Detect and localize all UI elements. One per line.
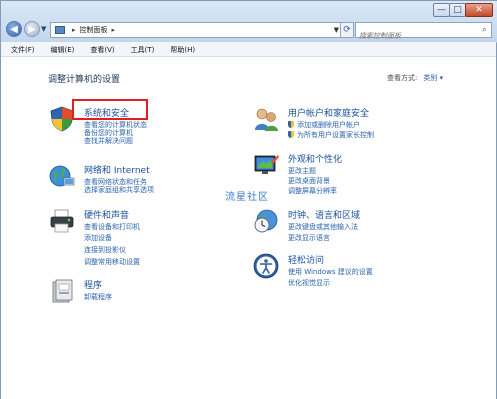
content-pane: 调整计算机的设置 查看方式: 类别 ▾ 系统和安全 查看您的计算机状态 备份您的计… <box>1 57 496 399</box>
link-uninstall[interactable]: 卸载程序 <box>84 292 112 302</box>
link-troubleshoot[interactable]: 查找并解决问题 <box>84 136 133 146</box>
refresh-icon: ⟳ <box>343 25 351 35</box>
network-globe-icon[interactable] <box>49 163 75 189</box>
page-title: 调整计算机的设置 <box>48 75 121 85</box>
forward-arrow-icon: ▶ <box>28 23 36 35</box>
refresh-button[interactable]: ⟳ <box>340 22 354 38</box>
link-mobility-settings[interactable]: 调整常用移动设置 <box>84 257 140 267</box>
link-parental-controls[interactable]: 为所有用户设置家长控制 <box>288 130 374 140</box>
menu-file[interactable]: 文件(F) <box>1 42 41 56</box>
link-homegroup[interactable]: 选择家庭组和共享选项 <box>84 185 154 195</box>
forward-button[interactable]: ▶ <box>24 21 40 37</box>
control-panel-window: — □ ✕ ◀ ▶ ▼ ▸ 控制面板 ▸ ▼ ⟳ ⌕ 文件(F) 编辑(E) 查… <box>0 0 497 399</box>
minimize-button[interactable]: — <box>433 3 450 17</box>
link-add-device[interactable]: 添加设备 <box>84 233 112 243</box>
link-optimize-display[interactable]: 优化视觉显示 <box>288 278 330 288</box>
control-panel-icon <box>55 26 65 34</box>
breadcrumb-control-panel[interactable]: 控制面板 <box>80 25 108 35</box>
link-keyboards-input[interactable]: 更改键盘或其他输入法 <box>288 222 358 232</box>
users-icon[interactable] <box>253 106 279 132</box>
menu-help[interactable]: 帮助(H) <box>160 42 201 56</box>
view-by: 查看方式: 类别 ▾ <box>387 73 443 83</box>
back-button[interactable]: ◀ <box>6 21 22 37</box>
view-by-label: 查看方式: <box>387 74 418 82</box>
view-by-dropdown[interactable]: 类别 ▾ <box>423 74 443 82</box>
category-title-hardware-sound[interactable]: 硬件和声音 <box>84 208 129 221</box>
link-desktop-background[interactable]: 更改桌面背景 <box>288 176 330 186</box>
link-display-language[interactable]: 更改显示语言 <box>288 233 330 243</box>
category-title-appearance[interactable]: 外观和个性化 <box>288 152 342 165</box>
category-title-programs[interactable]: 程序 <box>84 278 102 291</box>
programs-icon[interactable] <box>49 278 75 304</box>
link-devices-printers[interactable]: 查看设备和打印机 <box>84 222 140 232</box>
category-title-user-accounts[interactable]: 用户帐户和家庭安全 <box>288 106 369 119</box>
recent-pages-dropdown-icon[interactable]: ▼ <box>41 25 46 33</box>
category-title-ease-of-access[interactable]: 轻松访问 <box>288 253 324 266</box>
menu-tools[interactable]: 工具(T) <box>121 42 161 56</box>
clock-globe-icon[interactable] <box>253 208 279 234</box>
category-title-network[interactable]: 网络和 Internet <box>84 163 150 176</box>
printer-icon[interactable] <box>49 208 75 234</box>
ease-of-access-icon[interactable] <box>253 253 279 279</box>
address-bar[interactable]: ▸ 控制面板 ▸ ▼ <box>50 22 344 38</box>
watermark-text: 流星社区 <box>225 192 269 203</box>
address-history-dropdown-icon[interactable]: ▼ <box>334 26 339 34</box>
close-button[interactable]: ✕ <box>465 3 493 17</box>
appearance-icon[interactable] <box>253 152 279 178</box>
back-arrow-icon: ◀ <box>10 23 18 35</box>
menu-edit[interactable]: 编辑(E) <box>41 42 81 56</box>
menu-view[interactable]: 查看(V) <box>80 42 120 56</box>
link-screen-resolution[interactable]: 调整屏幕分辨率 <box>288 186 337 196</box>
link-recommended-settings[interactable]: 使用 Windows 建议的设置 <box>288 267 373 277</box>
category-title-clock-language[interactable]: 时钟、语言和区域 <box>288 208 360 221</box>
breadcrumb-chevron-icon[interactable]: ▸ <box>72 26 76 34</box>
link-projector[interactable]: 连接到投影仪 <box>84 245 126 255</box>
menu-bar: 文件(F) 编辑(E) 查看(V) 工具(T) 帮助(H) <box>1 42 496 57</box>
link-add-remove-users[interactable]: 添加或删除用户帐户 <box>288 120 360 130</box>
search-input[interactable] <box>359 30 471 42</box>
link-change-theme[interactable]: 更改主题 <box>288 166 316 176</box>
highlight-box <box>72 99 148 120</box>
title-bar: — □ ✕ ◀ ▶ ▼ ▸ 控制面板 ▸ ▼ ⟳ ⌕ <box>1 1 497 43</box>
maximize-button[interactable]: □ <box>449 3 466 17</box>
breadcrumb-chevron-icon[interactable]: ▸ <box>112 26 116 34</box>
search-icon[interactable]: ⌕ <box>482 25 487 35</box>
search-box[interactable]: ⌕ <box>355 22 492 42</box>
